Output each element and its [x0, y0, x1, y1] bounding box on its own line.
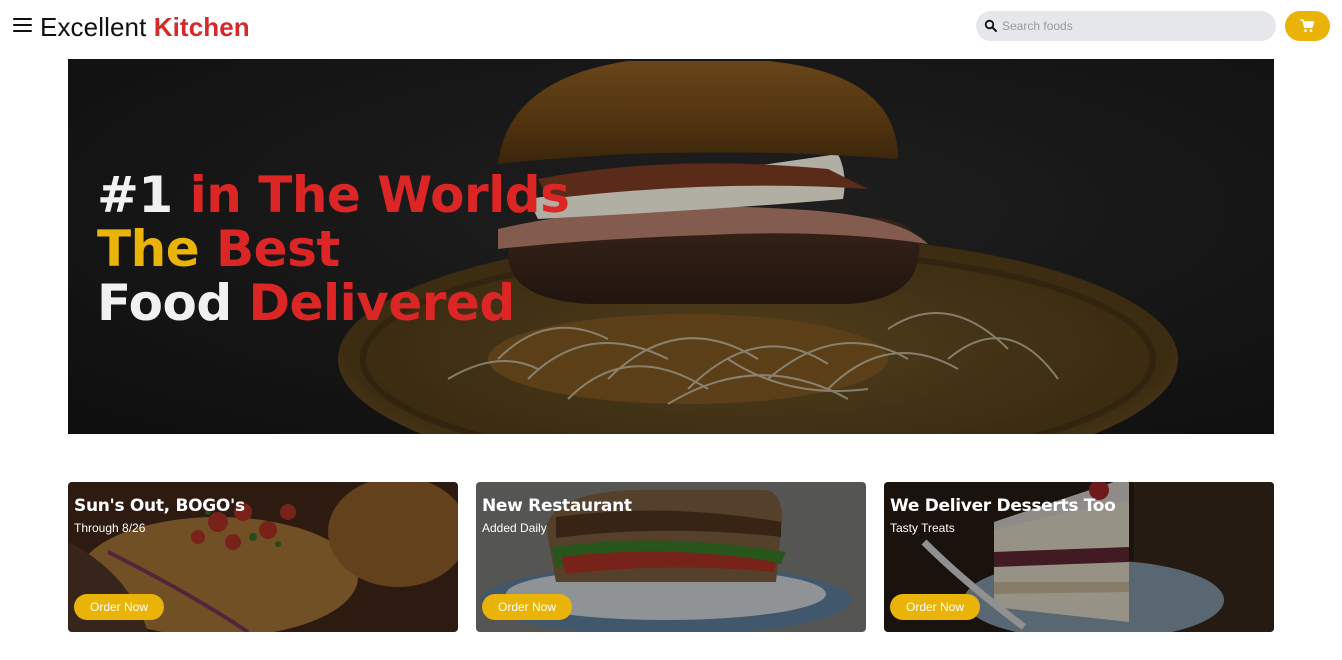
hero-line-3-a: Food: [97, 274, 232, 332]
promo-card-desserts[interactable]: We Deliver Desserts Too Tasty Treats Ord…: [884, 482, 1274, 632]
hero-line-1: #1 in The Worlds: [97, 166, 570, 224]
order-now-button[interactable]: Order Now: [482, 594, 572, 620]
hero-line-2: The Best: [97, 222, 569, 276]
search-input[interactable]: [1002, 11, 1266, 41]
hero-line-2-a: The: [97, 220, 200, 278]
search-icon: [984, 19, 997, 32]
promo-card-bogo[interactable]: Sun's Out, BOGO's Through 8/26 Order Now: [68, 482, 458, 632]
hero-headline: #1 in The Worlds The Best Food Delivered: [97, 166, 570, 330]
card-title: We Deliver Desserts Too: [890, 496, 1116, 516]
card-subtitle: Added Daily: [482, 521, 547, 535]
card-title: New Restaurant: [482, 496, 632, 516]
brand-name-accent: Kitchen: [153, 12, 250, 42]
hero-line-1-a: #1: [97, 166, 173, 224]
top-navbar: Excellent Kitchen: [0, 0, 1342, 56]
hero-line-1-b: in The Worlds: [189, 166, 570, 224]
brand-name: Excellent: [40, 12, 147, 42]
cart-button[interactable]: [1285, 11, 1330, 41]
shopping-cart-icon: [1300, 19, 1315, 32]
brand-logo[interactable]: Excellent Kitchen: [40, 10, 250, 44]
hero-line-3-b: Delivered: [248, 274, 516, 332]
hero-line-2-b: Best: [216, 220, 340, 278]
hero-line-3: Food Delivered: [97, 276, 569, 330]
order-now-button[interactable]: Order Now: [890, 594, 980, 620]
card-title: Sun's Out, BOGO's: [74, 496, 245, 516]
card-subtitle: Through 8/26: [74, 521, 146, 535]
promo-card-new-restaurant[interactable]: New Restaurant Added Daily Order Now: [476, 482, 866, 632]
order-now-button[interactable]: Order Now: [74, 594, 164, 620]
card-subtitle: Tasty Treats: [890, 521, 955, 535]
hamburger-menu-icon[interactable]: [12, 15, 34, 37]
search-bar: [976, 11, 1276, 41]
hero-banner: #1 in The Worlds The Best Food Delivered: [68, 59, 1274, 434]
